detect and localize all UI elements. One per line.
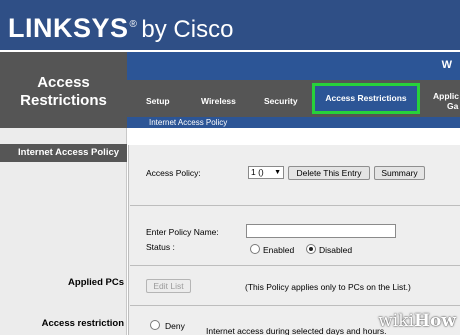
main-tab-bar: Setup Wireless Security Access Restricti…	[127, 80, 460, 117]
policy-name-label: Enter Policy Name:	[146, 227, 219, 237]
sidebar-header: Internet Access Policy	[0, 144, 127, 162]
linksys-logo: LINKSYS® by Cisco	[8, 10, 233, 45]
tab-security[interactable]: Security	[264, 96, 298, 106]
internet-access-note: Internet access during selected days and…	[206, 326, 387, 335]
tab-applications-line2: Ga	[447, 101, 459, 111]
deny-radio[interactable]	[150, 320, 160, 330]
model-name-partial: W	[441, 59, 452, 71]
summary-button[interactable]: Summary	[374, 166, 425, 180]
tab-applications-line1: Applic	[433, 91, 459, 101]
status-disabled-radio[interactable]	[306, 244, 316, 254]
tab-setup[interactable]: Setup	[146, 96, 170, 106]
watermark-prefix: wiki	[378, 311, 414, 331]
applied-pcs-label: Applied PCs	[68, 277, 124, 288]
delete-entry-button[interactable]: Delete This Entry	[288, 166, 370, 180]
watermark-suffix: How	[413, 311, 456, 331]
tab-applications-gaming[interactable]: Applic Ga	[433, 91, 459, 111]
sub-nav-bar: Internet Access Policy	[127, 117, 460, 128]
status-label: Status :	[146, 242, 175, 252]
brand-by-cisco: by Cisco	[141, 16, 234, 43]
policy-name-input[interactable]	[246, 224, 396, 238]
status-enabled-label: Enabled	[263, 245, 295, 255]
subnav-internet-access-policy[interactable]: Internet Access Policy	[149, 117, 227, 128]
divider	[130, 305, 460, 306]
status-enabled-radio[interactable]	[250, 244, 260, 254]
access-policy-select[interactable]: 1 () ▼	[248, 166, 284, 179]
applies-note: (This Policy applies only to PCs on the …	[245, 282, 411, 292]
radio-selected-dot	[309, 247, 313, 251]
page-title: Access Restrictions	[0, 74, 127, 110]
access-policy-select-value: 1 ()	[251, 167, 264, 177]
status-disabled-label: Disabled	[319, 245, 353, 255]
page-title-line1: Access	[37, 74, 90, 91]
dropdown-arrow-icon: ▼	[274, 169, 281, 176]
section-title-box: Access Restrictions	[0, 52, 127, 128]
divider	[130, 205, 460, 206]
brand-name: LINKSYS	[8, 13, 129, 43]
wikihow-watermark: wikiHow	[378, 311, 456, 331]
edit-list-button[interactable]: Edit List	[146, 279, 191, 293]
sidebar-header-label: Internet Access Policy	[18, 147, 120, 158]
deny-label: Deny	[165, 321, 185, 331]
tab-access-restrictions[interactable]: Access Restrictions	[312, 83, 420, 114]
model-strip: W	[127, 52, 460, 80]
access-restriction-label: Access restriction	[41, 318, 124, 329]
tab-wireless[interactable]: Wireless	[201, 96, 236, 106]
brand-header: LINKSYS® by Cisco	[0, 0, 460, 50]
registered-mark: ®	[129, 19, 138, 30]
access-policy-label: Access Policy:	[146, 168, 201, 178]
page-title-line2: Restrictions	[20, 92, 107, 109]
divider	[130, 265, 460, 266]
